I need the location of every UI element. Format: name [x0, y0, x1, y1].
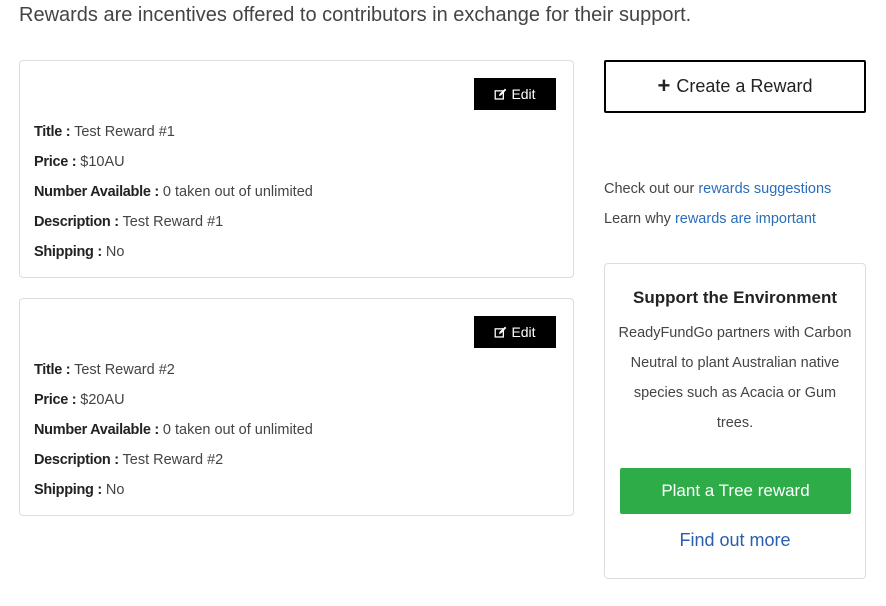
suggestions-line: Check out our rewards suggestions [604, 181, 832, 197]
reward-price-field: Price : $10AU [34, 154, 125, 170]
plant-tree-button[interactable]: Plant a Tree reward [620, 468, 851, 514]
rewards-important-link[interactable]: rewards are important [675, 211, 816, 227]
create-reward-label: Create a Reward [676, 76, 813, 96]
reward-shipping-field: Shipping : No [34, 482, 125, 498]
reward-price-field: Price : $20AU [34, 392, 125, 408]
edit-reward-button[interactable]: Edit [474, 316, 556, 348]
reward-number-available-field: Number Available : 0 taken out of unlimi… [34, 422, 313, 438]
edit-label: Edit [511, 86, 536, 102]
reward-title-field: Title : Test Reward #2 [34, 362, 175, 378]
reward-title-field: Title : Test Reward #1 [34, 124, 175, 140]
edit-icon [495, 88, 507, 100]
plus-icon: + [657, 72, 671, 98]
reward-card: Edit Title : Test Reward #2 Price : $20A… [19, 298, 574, 516]
create-reward-button[interactable]: + Create a Reward [604, 60, 866, 113]
important-line: Learn why rewards are important [604, 211, 816, 227]
find-out-more-link[interactable]: Find out more [605, 530, 865, 551]
reward-description-field: Description : Test Reward #1 [34, 214, 224, 230]
reward-card: Edit Title : Test Reward #1 Price : $10A… [19, 60, 574, 278]
environment-panel: Support the Environment ReadyFundGo part… [604, 263, 866, 579]
edit-reward-button[interactable]: Edit [474, 78, 556, 110]
reward-links: Check out our rewards suggestions Learn … [604, 174, 831, 234]
edit-icon [495, 326, 507, 338]
page-intro: Rewards are incentives offered to contri… [19, 4, 692, 26]
environment-body: ReadyFundGo partners with Carbon Neutral… [618, 325, 852, 431]
reward-shipping-field: Shipping : No [34, 244, 125, 260]
environment-title: Support the Environment [633, 288, 837, 307]
reward-description-field: Description : Test Reward #2 [34, 452, 224, 468]
reward-number-available-field: Number Available : 0 taken out of unlimi… [34, 184, 313, 200]
edit-label: Edit [511, 324, 536, 340]
rewards-suggestions-link[interactable]: rewards suggestions [698, 181, 831, 197]
